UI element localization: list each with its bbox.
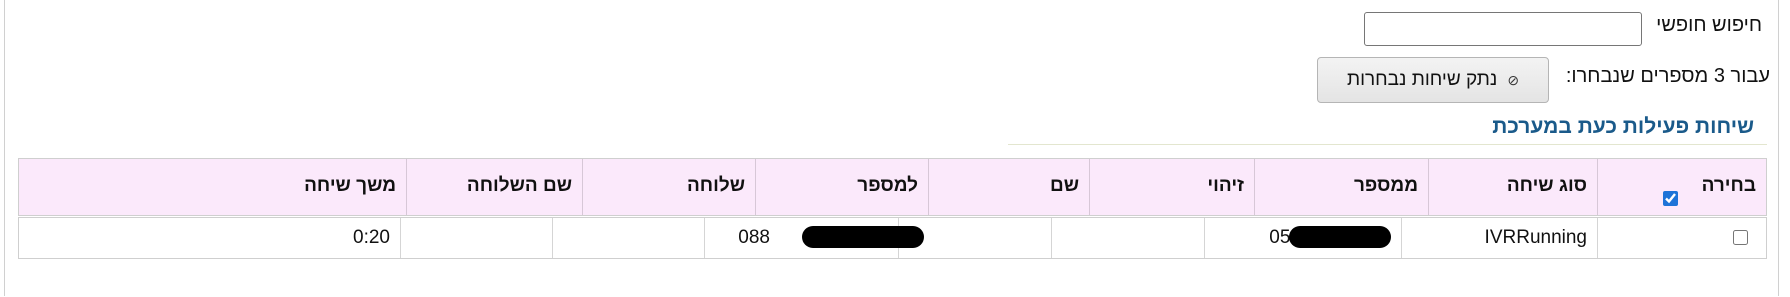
section-title: שיחות פעילות כעת במערכת [1492, 115, 1754, 138]
active-calls-table: בחירה סוג שיחה ממספר זיהוי שם למספר שלוח… [18, 158, 1767, 259]
header-select-label: בחירה [1701, 175, 1756, 196]
row-select-checkbox[interactable] [1733, 230, 1748, 245]
cell-extension-name [400, 218, 552, 258]
table-row[interactable]: IVRRunning 054 088 0:20 [18, 217, 1767, 259]
cell-select [1597, 218, 1766, 258]
cell-duration: 0:20 [353, 227, 390, 248]
header-extension[interactable]: שלוחה [582, 159, 755, 215]
redaction-mark [802, 226, 924, 248]
header-to-number[interactable]: למספר [755, 159, 928, 215]
disconnect-button-label: נתק שיחות נבחרות [1346, 69, 1498, 90]
header-extension-name[interactable]: שם השלוחה [406, 159, 582, 215]
free-search-input[interactable] [1364, 12, 1642, 46]
cancel-circle-icon: ⊘ [1507, 71, 1520, 88]
cell-call-type: IVRRunning [1401, 218, 1597, 258]
disconnect-selected-button[interactable]: נתק שיחות נבחרות ⊘ [1317, 57, 1549, 103]
to-number-text: 088 [738, 227, 770, 248]
header-from-number[interactable]: ממספר [1254, 159, 1428, 215]
header-name[interactable]: שם [928, 159, 1089, 215]
cell-extension [552, 218, 704, 258]
section-divider [1008, 144, 1767, 145]
cell-id [1051, 218, 1204, 258]
header-select: בחירה [1597, 159, 1766, 215]
select-all-checkbox[interactable] [1663, 191, 1678, 206]
cell-from-number: 054 [1204, 218, 1401, 258]
redaction-mark [1289, 226, 1391, 248]
table-header-row: בחירה סוג שיחה ממספר זיהוי שם למספר שלוח… [18, 158, 1767, 216]
selected-count-label: עבור 3 מספרים שנבחרו: [1565, 65, 1770, 87]
header-call-type[interactable]: סוג שיחה [1428, 159, 1597, 215]
header-id[interactable]: זיהוי [1089, 159, 1254, 215]
header-duration[interactable]: משך שיחה [239, 159, 406, 215]
search-label: חיפוש חופשי [1656, 14, 1762, 36]
cell-to-number: 088 [704, 218, 924, 258]
